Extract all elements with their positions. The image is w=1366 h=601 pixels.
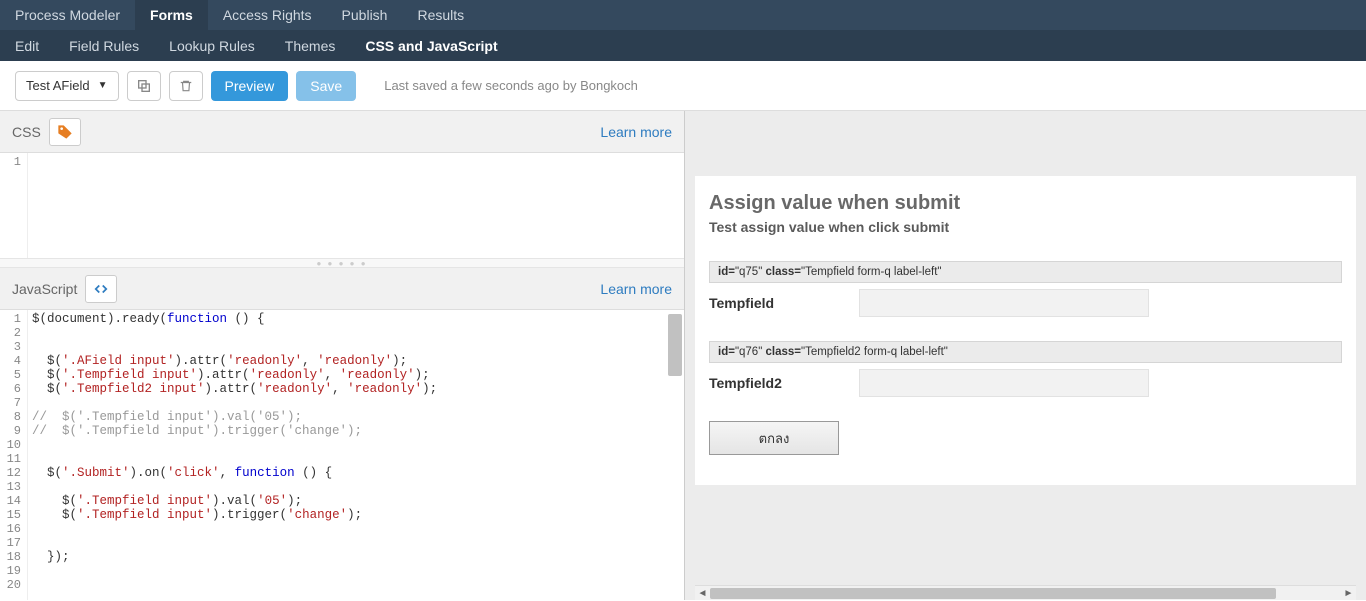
preview-button[interactable]: Preview: [211, 71, 289, 101]
editor-pane: CSS Learn more 1 ● ● ● ● ● JavaScri: [0, 111, 685, 600]
form-subtitle: Test assign value when click submit: [709, 219, 1342, 235]
css-gutter: 1: [0, 153, 28, 258]
js-section-title: JavaScript: [12, 281, 77, 297]
toolbar: Test AField ▼ Preview Save Last saved a …: [0, 61, 1366, 111]
submit-button[interactable]: ตกลง: [709, 421, 839, 455]
tab-access-rights[interactable]: Access Rights: [208, 0, 327, 30]
field2-row: Tempfield2: [709, 369, 1342, 397]
field1-row: Tempfield: [709, 289, 1342, 317]
subtab-css-js[interactable]: CSS and JavaScript: [350, 30, 512, 61]
form-selector-dropdown[interactable]: Test AField ▼: [15, 71, 119, 101]
css-section-title: CSS: [12, 124, 41, 140]
copy-button[interactable]: [127, 71, 161, 101]
css-tag-button[interactable]: [49, 118, 81, 146]
field1-input[interactable]: [859, 289, 1149, 317]
field1-meta: id="q75" class="Tempfield form-q label-l…: [709, 261, 1342, 283]
caret-down-icon: ▼: [98, 80, 108, 91]
subtab-themes[interactable]: Themes: [270, 30, 351, 61]
form-title: Assign value when submit: [709, 192, 1342, 215]
preview-pane: Assign value when submit Test assign val…: [685, 111, 1366, 600]
copy-icon: [136, 78, 152, 94]
tab-publish[interactable]: Publish: [327, 0, 403, 30]
js-section-header: JavaScript Learn more: [0, 268, 684, 310]
js-code-area[interactable]: $(document).ready(function () { $('.AFie…: [28, 310, 684, 600]
preview-scroll-thumb[interactable]: [710, 588, 1276, 599]
js-scroll-thumb[interactable]: [668, 314, 682, 376]
tab-results[interactable]: Results: [402, 0, 479, 30]
field2-meta: id="q76" class="Tempfield2 form-q label-…: [709, 341, 1342, 363]
js-editor[interactable]: 1234567891011121314151617181920 $(docume…: [0, 310, 684, 600]
sub-nav: Edit Field Rules Lookup Rules Themes CSS…: [0, 30, 1366, 61]
scroll-right-arrow-icon[interactable]: ►: [1341, 586, 1356, 601]
css-learn-more-link[interactable]: Learn more: [600, 124, 672, 140]
tab-process-modeler[interactable]: Process Modeler: [0, 0, 135, 30]
code-icon: [94, 282, 108, 296]
preview-h-scrollbar[interactable]: ◄ ►: [695, 585, 1356, 600]
js-learn-more-link[interactable]: Learn more: [600, 281, 672, 297]
top-nav: Process Modeler Forms Access Rights Publ…: [0, 0, 1366, 30]
form-selector-label: Test AField: [26, 78, 90, 93]
field2-input[interactable]: [859, 369, 1149, 397]
subtab-lookup-rules[interactable]: Lookup Rules: [154, 30, 270, 61]
subtab-edit[interactable]: Edit: [0, 30, 54, 61]
tab-forms[interactable]: Forms: [135, 0, 208, 30]
scroll-left-arrow-icon[interactable]: ◄: [695, 586, 710, 601]
field1-label: Tempfield: [709, 295, 859, 311]
splitter-handle[interactable]: ● ● ● ● ●: [0, 258, 684, 268]
tag-icon: [57, 124, 73, 140]
subtab-field-rules[interactable]: Field Rules: [54, 30, 154, 61]
trash-icon: [179, 78, 193, 94]
field2-label: Tempfield2: [709, 375, 859, 391]
save-button[interactable]: Save: [296, 71, 356, 101]
js-gutter: 1234567891011121314151617181920: [0, 310, 28, 600]
js-tag-button[interactable]: [85, 275, 117, 303]
delete-button[interactable]: [169, 71, 203, 101]
css-code-area[interactable]: [28, 153, 684, 258]
css-editor[interactable]: 1: [0, 153, 684, 258]
preview-form: Assign value when submit Test assign val…: [695, 176, 1356, 485]
last-saved-text: Last saved a few seconds ago by Bongkoch: [384, 78, 638, 93]
css-section-header: CSS Learn more: [0, 111, 684, 153]
